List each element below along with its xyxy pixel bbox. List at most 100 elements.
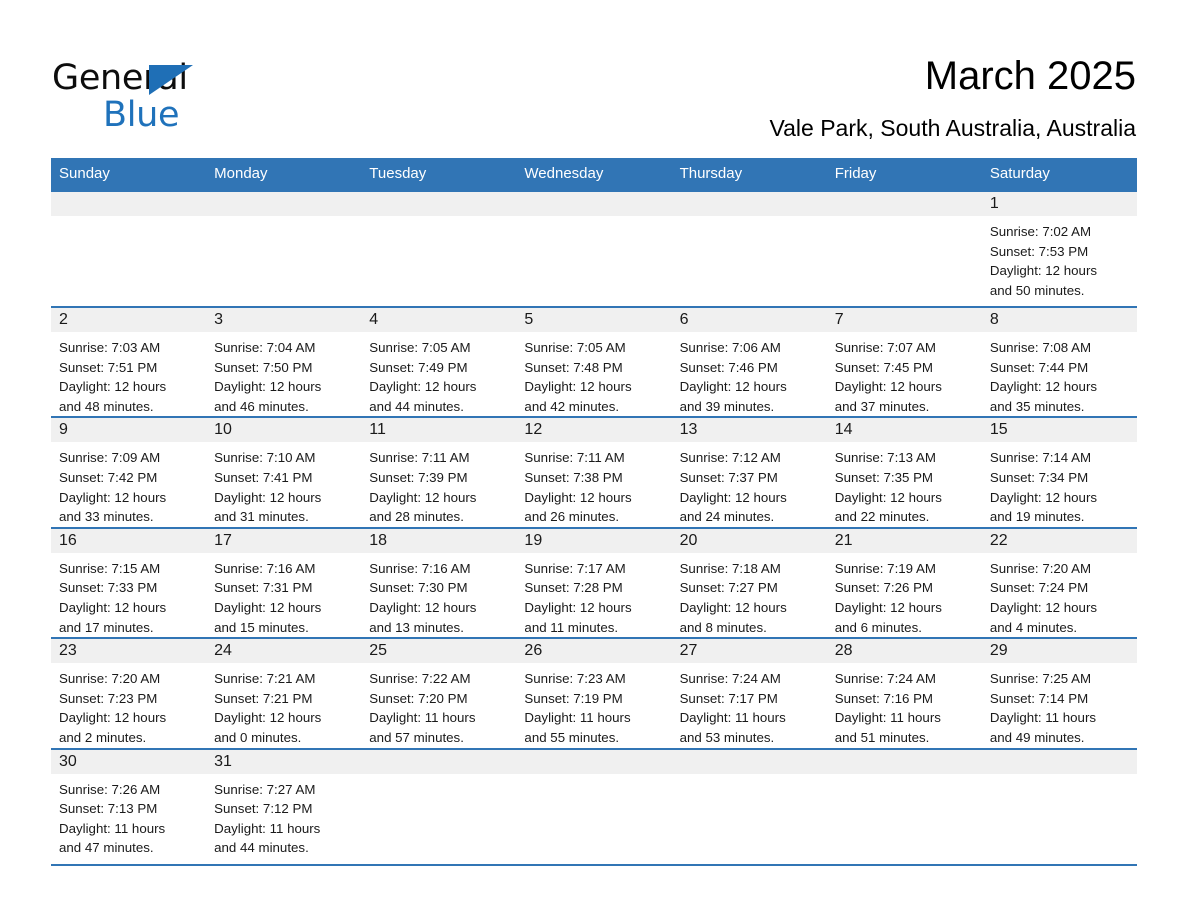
logo-triangle-icon <box>149 65 193 95</box>
calendar-day-cell[interactable]: 3 Sunrise: 7:04 AM Sunset: 7:50 PM Daylight… <box>206 305 362 418</box>
calendar-day-cell[interactable]: 17 Sunrise: 7:16 AM Sunset: 7:31 PM Dayligh… <box>206 526 362 639</box>
daylight-text-line2: and 44 minutes. <box>214 840 309 856</box>
daylight-text-line2: and 31 minutes. <box>214 509 309 525</box>
calendar-day-cell[interactable]: 5 Sunrise: 7:05 AM Sunset: 7:48 PM Daylight… <box>516 305 672 418</box>
calendar-day-cell[interactable]: 11 Sunrise: 7:11 AM Sunset: 7:39 PM Dayligh… <box>361 416 517 528</box>
day-number <box>516 749 672 774</box>
daylight-text-line1: Daylight: 11 hours <box>214 820 321 836</box>
daylight-text-line1: Daylight: 12 hours <box>989 489 1098 505</box>
day-details: Sunrise: 7:15 AM Sunset: 7:33 PM Daylight:… <box>51 553 206 637</box>
weekday-header-thursday: Thursday <box>671 158 827 191</box>
calendar-day-cell[interactable]: 12 Sunrise: 7:11 AM Sunset: 7:38 PM Dayligh… <box>516 416 672 528</box>
calendar-day-cell[interactable]: 14 Sunrise: 7:13 AM Sunset: 7:35 PM Dayligh… <box>826 416 982 528</box>
calendar-day-cell[interactable]: 7 Sunrise: 7:07 AM Sunset: 7:45 PM Daylight… <box>826 305 982 418</box>
day-details: Sunrise: 7:20 AM Sunset: 7:23 PM Daylight:… <box>51 663 206 747</box>
day-details: Sunrise: 7:14 AM Sunset: 7:34 PM Daylight:… <box>982 442 1137 526</box>
day-number <box>361 749 517 774</box>
daylight-text-line1: Daylight: 12 hours <box>59 489 167 505</box>
calendar-day-cell[interactable]: 31 Sunrise: 7:27 AM Sunset: 7:12 PM Dayligh… <box>206 747 362 866</box>
calendar-day-cell[interactable]: 30 Sunrise: 7:26 AM Sunset: 7:13 PM Dayligh… <box>51 747 207 866</box>
calendar-day-cell[interactable]: 19 Sunrise: 7:17 AM Sunset: 7:28 PM Dayligh… <box>516 526 672 639</box>
calendar-day-cell[interactable]: 29 Sunrise: 7:25 AM Sunset: 7:14 PM Dayligh… <box>981 637 1137 749</box>
sunset-text: Sunset: 7:28 PM <box>524 580 623 596</box>
calendar-day-cell[interactable]: 18 Sunrise: 7:16 AM Sunset: 7:30 PM Dayligh… <box>361 526 517 639</box>
sunrise-text: Sunrise: 7:05 AM <box>524 340 626 355</box>
daylight-text-line2: and 55 minutes. <box>524 729 620 745</box>
calendar-day-cell[interactable]: 9 Sunrise: 7:09 AM Sunset: 7:42 PM Daylight… <box>51 416 207 528</box>
daylight-text-line1: Daylight: 11 hours <box>834 710 941 726</box>
day-number: 9 <box>51 418 207 443</box>
calendar-day-cell[interactable]: 23 Sunrise: 7:20 AM Sunset: 7:23 PM Dayligh… <box>51 637 207 749</box>
sunrise-text: Sunrise: 7:02 AM <box>989 224 1092 239</box>
sunrise-text: Sunrise: 7:27 AM <box>214 781 316 797</box>
daylight-text-line1: Daylight: 11 hours <box>59 820 166 836</box>
calendar-day-cell[interactable]: 16 Sunrise: 7:15 AM Sunset: 7:33 PM Dayligh… <box>51 526 207 639</box>
calendar-day-cell[interactable]: 1 Sunrise: 7:02 AM Sunset: 7:53 PM Daylight… <box>981 190 1137 307</box>
calendar-day-cell[interactable]: 8 Sunrise: 7:08 AM Sunset: 7:44 PM Daylight… <box>981 305 1137 418</box>
day-number: 6 <box>671 308 827 332</box>
sunset-text: Sunset: 7:31 PM <box>214 580 313 596</box>
day-number: 3 <box>206 308 362 332</box>
day-details: Sunrise: 7:17 AM Sunset: 7:28 PM Daylight:… <box>516 553 671 637</box>
calendar-empty-cell <box>516 190 672 307</box>
day-details: Sunrise: 7:24 AM Sunset: 7:17 PM Daylight:… <box>672 663 827 747</box>
day-number: 28 <box>826 639 982 664</box>
daylight-text-line1: Daylight: 12 hours <box>369 489 477 505</box>
page-subtitle: Vale Park, South Australia, Australia <box>769 115 1137 141</box>
calendar-day-cell[interactable]: 6 Sunrise: 7:06 AM Sunset: 7:46 PM Daylight… <box>671 305 827 418</box>
day-details: Sunrise: 7:11 AM Sunset: 7:39 PM Daylight:… <box>361 442 516 526</box>
calendar-day-cell[interactable]: 22 Sunrise: 7:20 AM Sunset: 7:24 PM Dayligh… <box>981 526 1137 639</box>
calendar-day-cell[interactable]: 15 Sunrise: 7:14 AM Sunset: 7:34 PM Dayligh… <box>981 416 1137 528</box>
weekday-header-tuesday: Tuesday <box>361 158 517 191</box>
day-details: Sunrise: 7:25 AM Sunset: 7:14 PM Daylight:… <box>982 663 1137 747</box>
calendar-day-cell[interactable]: 27 Sunrise: 7:24 AM Sunset: 7:17 PM Dayligh… <box>671 637 827 749</box>
calendar-page: General Blue March 2025 Vale Park, South… <box>0 0 1188 918</box>
day-number: 2 <box>51 308 207 332</box>
calendar-day-cell[interactable]: 28 Sunrise: 7:24 AM Sunset: 7:16 PM Dayligh… <box>826 637 982 749</box>
calendar-empty-cell <box>361 190 517 307</box>
sunrise-text: Sunrise: 7:14 AM <box>989 450 1092 466</box>
calendar-empty-cell <box>981 747 1137 866</box>
sunset-text: Sunset: 7:33 PM <box>59 580 158 596</box>
daylight-text-line2: and 22 minutes. <box>834 509 930 525</box>
calendar-day-cell[interactable]: 25 Sunrise: 7:22 AM Sunset: 7:20 PM Dayligh… <box>361 637 517 749</box>
calendar-day-cell[interactable]: 13 Sunrise: 7:12 AM Sunset: 7:37 PM Dayligh… <box>671 416 827 528</box>
day-number <box>361 192 517 216</box>
day-number: 18 <box>361 528 517 553</box>
day-number: 12 <box>516 418 672 443</box>
day-details: Sunrise: 7:03 AM Sunset: 7:51 PM Daylight:… <box>51 332 206 416</box>
sunrise-text: Sunrise: 7:22 AM <box>369 671 471 687</box>
sunset-text: Sunset: 7:49 PM <box>369 359 468 375</box>
sunrise-text: Sunrise: 7:07 AM <box>834 340 936 355</box>
day-number <box>206 192 362 216</box>
sunset-text: Sunset: 7:44 PM <box>989 359 1089 375</box>
daylight-text-line1: Daylight: 12 hours <box>214 710 322 726</box>
page-header: General Blue March 2025 Vale Park, South… <box>0 0 1188 155</box>
day-number <box>671 192 827 216</box>
calendar-day-cell[interactable]: 4 Sunrise: 7:05 AM Sunset: 7:49 PM Daylight… <box>361 305 517 418</box>
calendar-week-row: 1 Sunrise: 7:02 AM Sunset: 7:53 PM Daylight… <box>51 190 1137 307</box>
calendar-empty-cell <box>671 747 827 866</box>
calendar-day-cell[interactable]: 2 Sunrise: 7:03 AM Sunset: 7:51 PM Daylight… <box>51 305 207 418</box>
daylight-text-line1: Daylight: 11 hours <box>524 710 631 726</box>
sunrise-text: Sunrise: 7:25 AM <box>989 671 1092 687</box>
daylight-text-line1: Daylight: 12 hours <box>989 599 1098 615</box>
calendar-day-cell[interactable]: 26 Sunrise: 7:23 AM Sunset: 7:19 PM Dayligh… <box>516 637 672 749</box>
calendar-day-cell[interactable]: 20 Sunrise: 7:18 AM Sunset: 7:27 PM Dayligh… <box>671 526 827 639</box>
daylight-text-line1: Daylight: 12 hours <box>524 599 632 615</box>
daylight-text-line2: and 26 minutes. <box>524 509 620 525</box>
weekday-header-monday: Monday <box>206 158 362 191</box>
daylight-text-line2: and 37 minutes. <box>834 398 930 414</box>
daylight-text-line2: and 42 minutes. <box>524 398 620 414</box>
day-number: 29 <box>981 639 1137 664</box>
daylight-text-line1: Daylight: 11 hours <box>989 710 1097 726</box>
calendar-day-cell[interactable]: 21 Sunrise: 7:19 AM Sunset: 7:26 PM Dayligh… <box>826 526 982 639</box>
sunrise-text: Sunrise: 7:12 AM <box>679 450 781 466</box>
day-number: 20 <box>671 528 827 553</box>
calendar-day-cell[interactable]: 24 Sunrise: 7:21 AM Sunset: 7:21 PM Dayligh… <box>206 637 362 749</box>
sunrise-text: Sunrise: 7:13 AM <box>834 450 936 466</box>
calendar-day-cell[interactable]: 10 Sunrise: 7:10 AM Sunset: 7:41 PM Dayligh… <box>206 416 362 528</box>
day-number: 15 <box>981 418 1137 443</box>
calendar-empty-cell <box>206 190 362 307</box>
day-details: Sunrise: 7:19 AM Sunset: 7:26 PM Daylight:… <box>827 553 982 637</box>
